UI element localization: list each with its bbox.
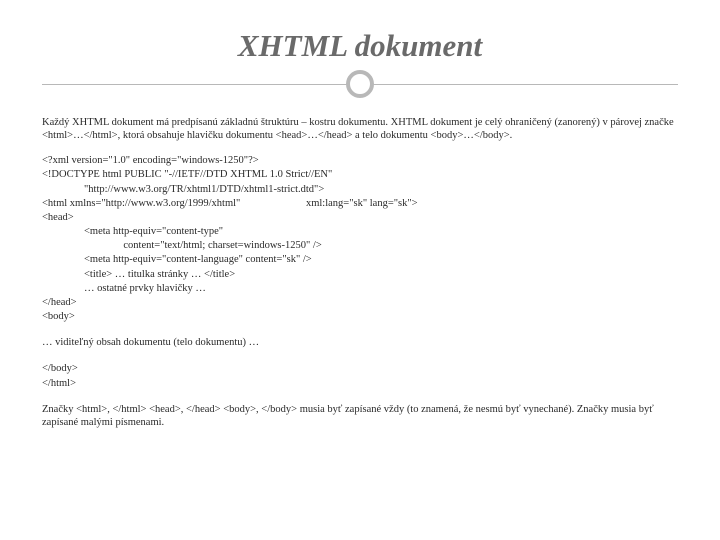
- title-ornament: [42, 70, 678, 98]
- ornament-line-left: [42, 84, 348, 85]
- code-block: <?xml version="1.0" encoding="windows-12…: [42, 154, 678, 324]
- closing-tags: </body> </html>: [42, 362, 678, 390]
- intro-paragraph: Každý XHTML dokument má predpísanú zákla…: [42, 116, 678, 142]
- slide: XHTML dokument Každý XHTML dokument má p…: [0, 0, 720, 540]
- body-content-placeholder: … viditeľný obsah dokumentu (telo dokume…: [42, 336, 678, 350]
- footer-note: Značky <html>, </html> <head>, </head> <…: [42, 403, 678, 429]
- slide-title: XHTML dokument: [42, 28, 678, 64]
- ornament-line-right: [372, 84, 678, 85]
- ornament-circle-icon: [346, 70, 374, 98]
